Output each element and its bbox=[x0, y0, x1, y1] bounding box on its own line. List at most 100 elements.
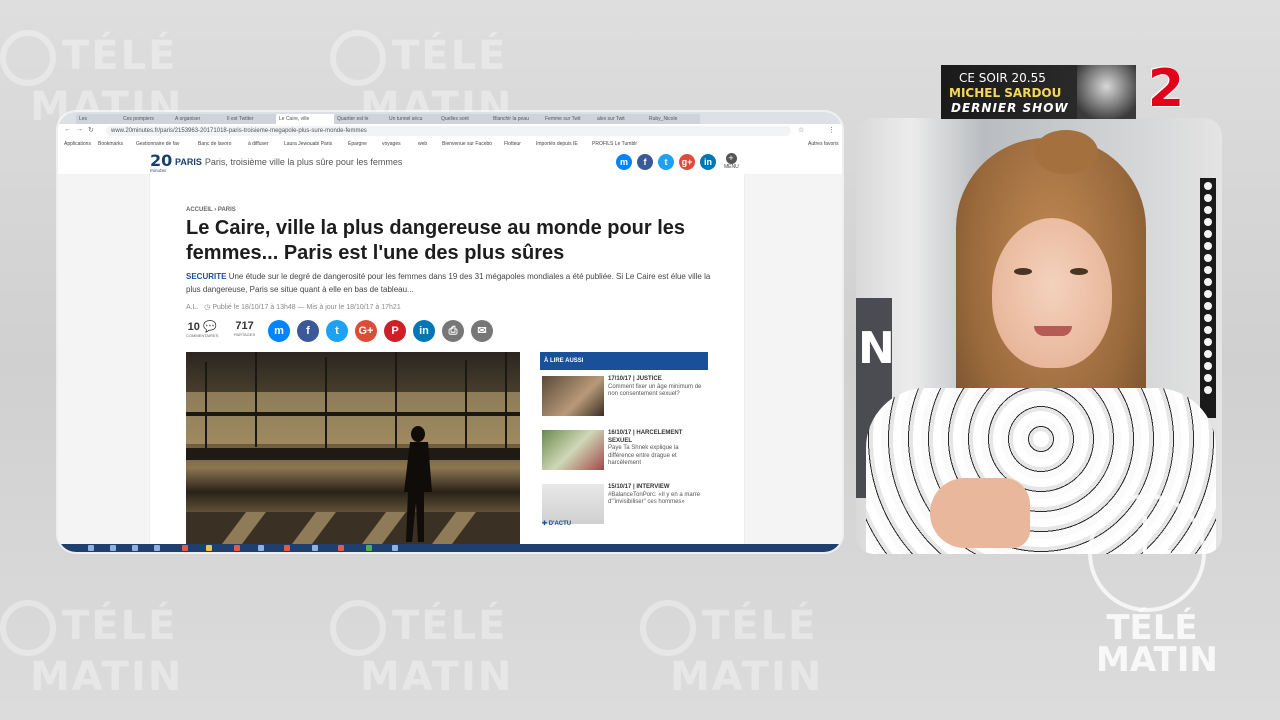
related-thumbnail bbox=[542, 430, 604, 470]
related-item[interactable]: 17/10/17 | JUSTICE Comment fixer un âge m… bbox=[540, 374, 708, 424]
bookmark-item[interactable]: Applications bbox=[64, 140, 91, 149]
bookmark-item[interactable]: Bookmarks bbox=[98, 140, 123, 149]
mail-icon[interactable]: ✉ bbox=[471, 320, 493, 342]
browser-tab[interactable]: Femme sur Twit bbox=[542, 114, 596, 124]
page-margin-right bbox=[744, 174, 842, 552]
bookmark-item[interactable]: Laura Jewouabi Paris bbox=[284, 140, 332, 149]
related-thumbnail bbox=[542, 376, 604, 416]
bookmark-item[interactable]: Bienvenue sur Facebo bbox=[442, 140, 492, 149]
presenter-face bbox=[992, 218, 1112, 368]
article-headline: Le Caire, ville la plus dangereuse au mo… bbox=[186, 217, 686, 264]
browser-window: Les Ces pompiers A organiser Il est Twit… bbox=[58, 112, 842, 552]
browser-tab[interactable]: Quartier est le bbox=[334, 114, 388, 124]
bookmark-item[interactable]: Banc de lavoro bbox=[198, 140, 231, 149]
presenter-eye bbox=[1014, 268, 1032, 275]
article-author: A.L. bbox=[186, 304, 199, 311]
linkedin-icon[interactable]: in bbox=[700, 154, 716, 170]
url-input[interactable]: www.20minutes.fr/paris/2153963-20171018-… bbox=[106, 126, 791, 136]
back-icon[interactable]: ← bbox=[64, 126, 71, 133]
clock-hand bbox=[1143, 516, 1147, 552]
browser-tab[interactable]: Ces pompiers bbox=[120, 114, 174, 124]
taskbar-app-icon[interactable] bbox=[338, 545, 344, 551]
studio-decor: N bbox=[858, 323, 895, 374]
bookmark-item[interactable]: Flotteur bbox=[504, 140, 521, 149]
browser-tab[interactable]: Un tunnel sécu bbox=[386, 114, 440, 124]
lede-tag[interactable]: SECURITE bbox=[186, 272, 226, 281]
related-title: À LIRE AUSSI bbox=[540, 352, 708, 370]
tab-strip: Les Ces pompiers A organiser Il est Twit… bbox=[58, 112, 842, 124]
star-icon[interactable]: ☆ bbox=[798, 126, 804, 134]
more-news-link[interactable]: ✚ D'ACTU bbox=[542, 520, 571, 527]
taskbar-app-icon[interactable] bbox=[234, 545, 240, 551]
pinterest-icon[interactable]: P bbox=[384, 320, 406, 342]
taskbar-app-icon[interactable] bbox=[284, 545, 290, 551]
related-thumbnail bbox=[542, 484, 604, 524]
presenter-hand bbox=[930, 478, 1030, 548]
bookmark-item[interactable]: voyages bbox=[382, 140, 401, 149]
linkedin-icon[interactable]: in bbox=[413, 320, 435, 342]
browser-tab[interactable]: Ruby_Nicole bbox=[646, 114, 700, 124]
bookmark-item[interactable]: Gestionnaire de fav bbox=[136, 140, 179, 149]
bookmark-item[interactable]: Épargne bbox=[348, 140, 367, 149]
header-section[interactable]: PARIS Paris, troisième ville la plus sûre… bbox=[175, 157, 402, 167]
article-meta: A.L. ◷ Publié le 18/10/17 à 13h48 — Mis … bbox=[186, 303, 401, 311]
taskbar-app-icon[interactable] bbox=[312, 545, 318, 551]
telematin-clock-logo: TÉLÉ MATIN bbox=[1088, 494, 1218, 680]
bookmark-item[interactable]: web bbox=[418, 140, 427, 149]
twitter-icon[interactable]: t bbox=[658, 154, 674, 170]
bookmark-item[interactable]: Importés depuis IE bbox=[536, 140, 578, 149]
forward-icon[interactable]: → bbox=[76, 126, 83, 133]
browser-tab[interactable]: A organiser bbox=[172, 114, 226, 124]
chrome-icon[interactable] bbox=[366, 545, 372, 551]
facebook-icon[interactable]: f bbox=[637, 154, 653, 170]
taskbar-app-icon[interactable] bbox=[88, 545, 94, 551]
bookmark-item[interactable]: à diffuser bbox=[248, 140, 268, 149]
browser-tab[interactable]: Les bbox=[76, 114, 122, 124]
comment-icon: 💬 bbox=[202, 321, 217, 333]
shares-count: 717 PARTAGES bbox=[234, 320, 256, 337]
browser-tab[interactable]: Blanchir la peau bbox=[490, 114, 544, 124]
article-lede: SECURITE Une étude sur le degré de dange… bbox=[186, 272, 711, 294]
clock-icon: ◷ bbox=[204, 304, 211, 311]
windows-taskbar bbox=[58, 544, 842, 552]
browser-tab-active[interactable]: Le Caire, ville bbox=[276, 114, 336, 124]
taskbar-app-icon[interactable] bbox=[132, 545, 138, 551]
taskbar-app-icon[interactable] bbox=[154, 545, 160, 551]
channel-logo: 2 bbox=[1147, 59, 1185, 119]
presenter-hair-bun bbox=[1034, 130, 1098, 174]
bookmark-item[interactable]: Autres favoris bbox=[808, 140, 839, 149]
taskbar-app-icon[interactable] bbox=[110, 545, 116, 551]
messenger-icon[interactable]: m bbox=[268, 320, 290, 342]
page-margin-left bbox=[58, 174, 150, 552]
menu-button[interactable]: + MENU bbox=[724, 153, 739, 170]
messenger-icon[interactable]: m bbox=[616, 154, 632, 170]
google-plus-icon[interactable]: g+ bbox=[679, 154, 695, 170]
background-watermark: TÉLÉ MATIN bbox=[0, 600, 183, 698]
breadcrumb[interactable]: ACCUEIL › PARIS bbox=[186, 207, 236, 213]
print-icon[interactable]: ⎙ bbox=[442, 320, 464, 342]
browser-tab[interactable]: alex sur Twit bbox=[594, 114, 648, 124]
reload-icon[interactable]: ↻ bbox=[88, 126, 94, 134]
address-bar: ← → ↻ www.20minutes.fr/paris/2153963-201… bbox=[58, 124, 842, 140]
site-header: 20 minutes PARIS Paris, troisième ville la… bbox=[58, 150, 842, 175]
facebook-icon[interactable]: f bbox=[297, 320, 319, 342]
background-watermark: TÉLÉ MATIN bbox=[640, 600, 823, 698]
article-date: Publié le 18/10/17 à 13h48 — Mis à jour … bbox=[212, 304, 401, 311]
taskbar-app-icon[interactable] bbox=[392, 545, 398, 551]
browser-menu-icon[interactable]: ⋮ bbox=[828, 126, 835, 134]
taskbar-app-icon[interactable] bbox=[206, 545, 212, 551]
twitter-icon[interactable]: t bbox=[326, 320, 348, 342]
presenter-mouth bbox=[1034, 326, 1072, 336]
promo-show: DERNIER SHOW bbox=[951, 101, 1069, 115]
related-item[interactable]: 16/10/17 | HARCELEMENT SEXUEL Paye Ta Shn… bbox=[540, 428, 708, 478]
site-logo[interactable]: 20 minutes bbox=[150, 153, 172, 173]
taskbar-app-icon[interactable] bbox=[258, 545, 264, 551]
comments-count[interactable]: 10 💬 COMMENTAIRES bbox=[186, 320, 218, 338]
browser-tab[interactable]: Il est Twitter bbox=[224, 114, 278, 124]
google-plus-icon[interactable]: G+ bbox=[355, 320, 377, 342]
promo-time: CE SOIR 20.55 bbox=[959, 71, 1046, 85]
bookmark-item[interactable]: PROFILS Le Tumblr bbox=[592, 140, 637, 149]
promo-name: MICHEL SARDOU bbox=[949, 86, 1062, 100]
browser-tab[interactable]: Quelles sont bbox=[438, 114, 492, 124]
taskbar-app-icon[interactable] bbox=[182, 545, 188, 551]
